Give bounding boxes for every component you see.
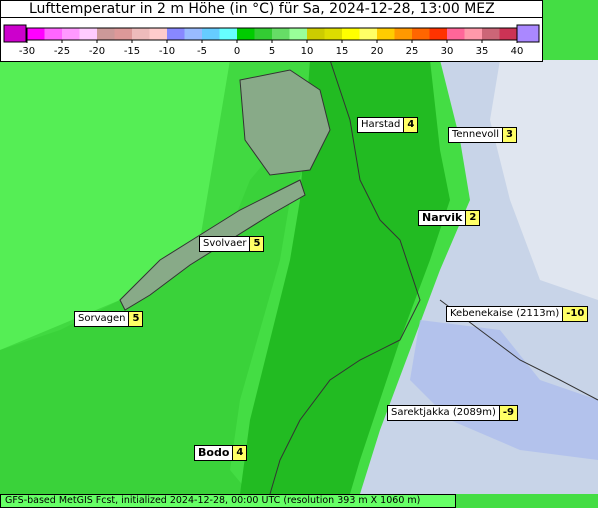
legend-high-overflow xyxy=(516,24,540,43)
legend-color-swatch xyxy=(132,28,150,40)
legend-color-swatch xyxy=(412,28,430,40)
station-name: Tennevoll xyxy=(452,129,499,140)
legend-color-swatch xyxy=(237,28,255,40)
station-label-harstad: Harstad 4 xyxy=(357,117,419,133)
legend-color-swatch xyxy=(219,28,238,40)
legend-tick-label: -20 xyxy=(89,46,105,57)
legend-color-swatch xyxy=(429,28,448,40)
legend-tick-label: -25 xyxy=(54,46,70,57)
legend-color-swatch xyxy=(272,28,290,40)
model-info-footer: GFS-based MetGIS Fcst, initialized 2024-… xyxy=(0,494,456,508)
legend-color-swatch xyxy=(184,28,203,40)
legend-color-swatch xyxy=(149,28,168,40)
legend-tick-label: 30 xyxy=(441,46,454,57)
legend-tick-label: 25 xyxy=(406,46,419,57)
legend-color-swatch xyxy=(464,28,483,40)
legend-color-swatch xyxy=(342,28,360,40)
legend-color-swatch xyxy=(377,28,395,40)
station-temperature: 5 xyxy=(249,237,264,251)
legend-tick-label: 10 xyxy=(301,46,314,57)
legend-color-swatch xyxy=(97,28,115,40)
station-temperature: 5 xyxy=(128,312,143,326)
station-name: Kebenekaise (2113m) xyxy=(450,308,560,319)
station-label-narvik: Narvik 2 xyxy=(418,210,481,226)
station-temperature: 4 xyxy=(403,118,418,132)
legend-low-overflow xyxy=(3,24,27,43)
map-title: Lufttemperatur in 2 m Höhe (in °C) für S… xyxy=(0,0,543,18)
legend-color-swatch xyxy=(62,28,80,40)
legend-tick-label: 15 xyxy=(336,46,349,57)
legend-color-swatch xyxy=(79,28,98,40)
legend-tick-label: -10 xyxy=(159,46,175,57)
legend-color-swatch xyxy=(324,28,343,40)
station-name: Sorvagen xyxy=(78,313,126,324)
station-label-tennevoll: Tennevoll 3 xyxy=(448,127,517,143)
legend-tick-label: 0 xyxy=(234,46,240,57)
station-name: Svolvaer xyxy=(203,238,247,249)
legend-color-swatch xyxy=(289,28,308,40)
station-name: Narvik xyxy=(422,211,463,224)
station-temperature: 4 xyxy=(232,446,247,460)
legend-color-swatch xyxy=(202,28,220,40)
legend-color-swatch xyxy=(482,28,500,40)
station-label-bodo: Bodo 4 xyxy=(194,445,248,461)
station-name: Bodo xyxy=(198,446,230,459)
station-temperature: 2 xyxy=(465,211,480,225)
station-temperature: 3 xyxy=(501,128,516,142)
station-temperature: -10 xyxy=(562,307,588,321)
station-label-sarektjakka: Sarektjakka (2089m) -9 xyxy=(387,405,518,421)
legend-tick-label: -15 xyxy=(124,46,140,57)
legend-color-swatch xyxy=(359,28,378,40)
station-name: Harstad xyxy=(361,119,401,130)
station-temperature: -9 xyxy=(498,406,517,420)
legend-tick-label: 20 xyxy=(371,46,384,57)
legend-color-swatch xyxy=(254,28,273,40)
legend-tick-label: 5 xyxy=(269,46,275,57)
legend-color-swatch xyxy=(114,28,133,40)
legend-color-swatch xyxy=(167,28,185,40)
legend-color-swatch xyxy=(499,28,518,40)
legend-color-swatch xyxy=(447,28,465,40)
color-legend: -30 -25 -20 -15 -10 -5 0 5 10 15 20 25 30 35 40 xyxy=(0,18,543,62)
station-name: Sarektjakka (2089m) xyxy=(391,407,496,418)
legend-color-swatch xyxy=(394,28,413,40)
legend-tick-label: 40 xyxy=(511,46,524,57)
legend-tick-label: -5 xyxy=(197,46,207,57)
legend-color-swatch xyxy=(44,28,63,40)
station-label-sorvagen: Sorvagen 5 xyxy=(74,311,144,327)
legend-tick-label: 35 xyxy=(476,46,489,57)
legend-color-swatch xyxy=(307,28,325,40)
legend-tick-label: -30 xyxy=(19,46,35,57)
station-label-svolvaer: Svolvaer 5 xyxy=(199,236,265,252)
temperature-map xyxy=(0,0,598,508)
station-label-kebnekaise: Kebenekaise (2113m) -10 xyxy=(446,306,589,322)
legend-color-swatch xyxy=(27,28,45,40)
